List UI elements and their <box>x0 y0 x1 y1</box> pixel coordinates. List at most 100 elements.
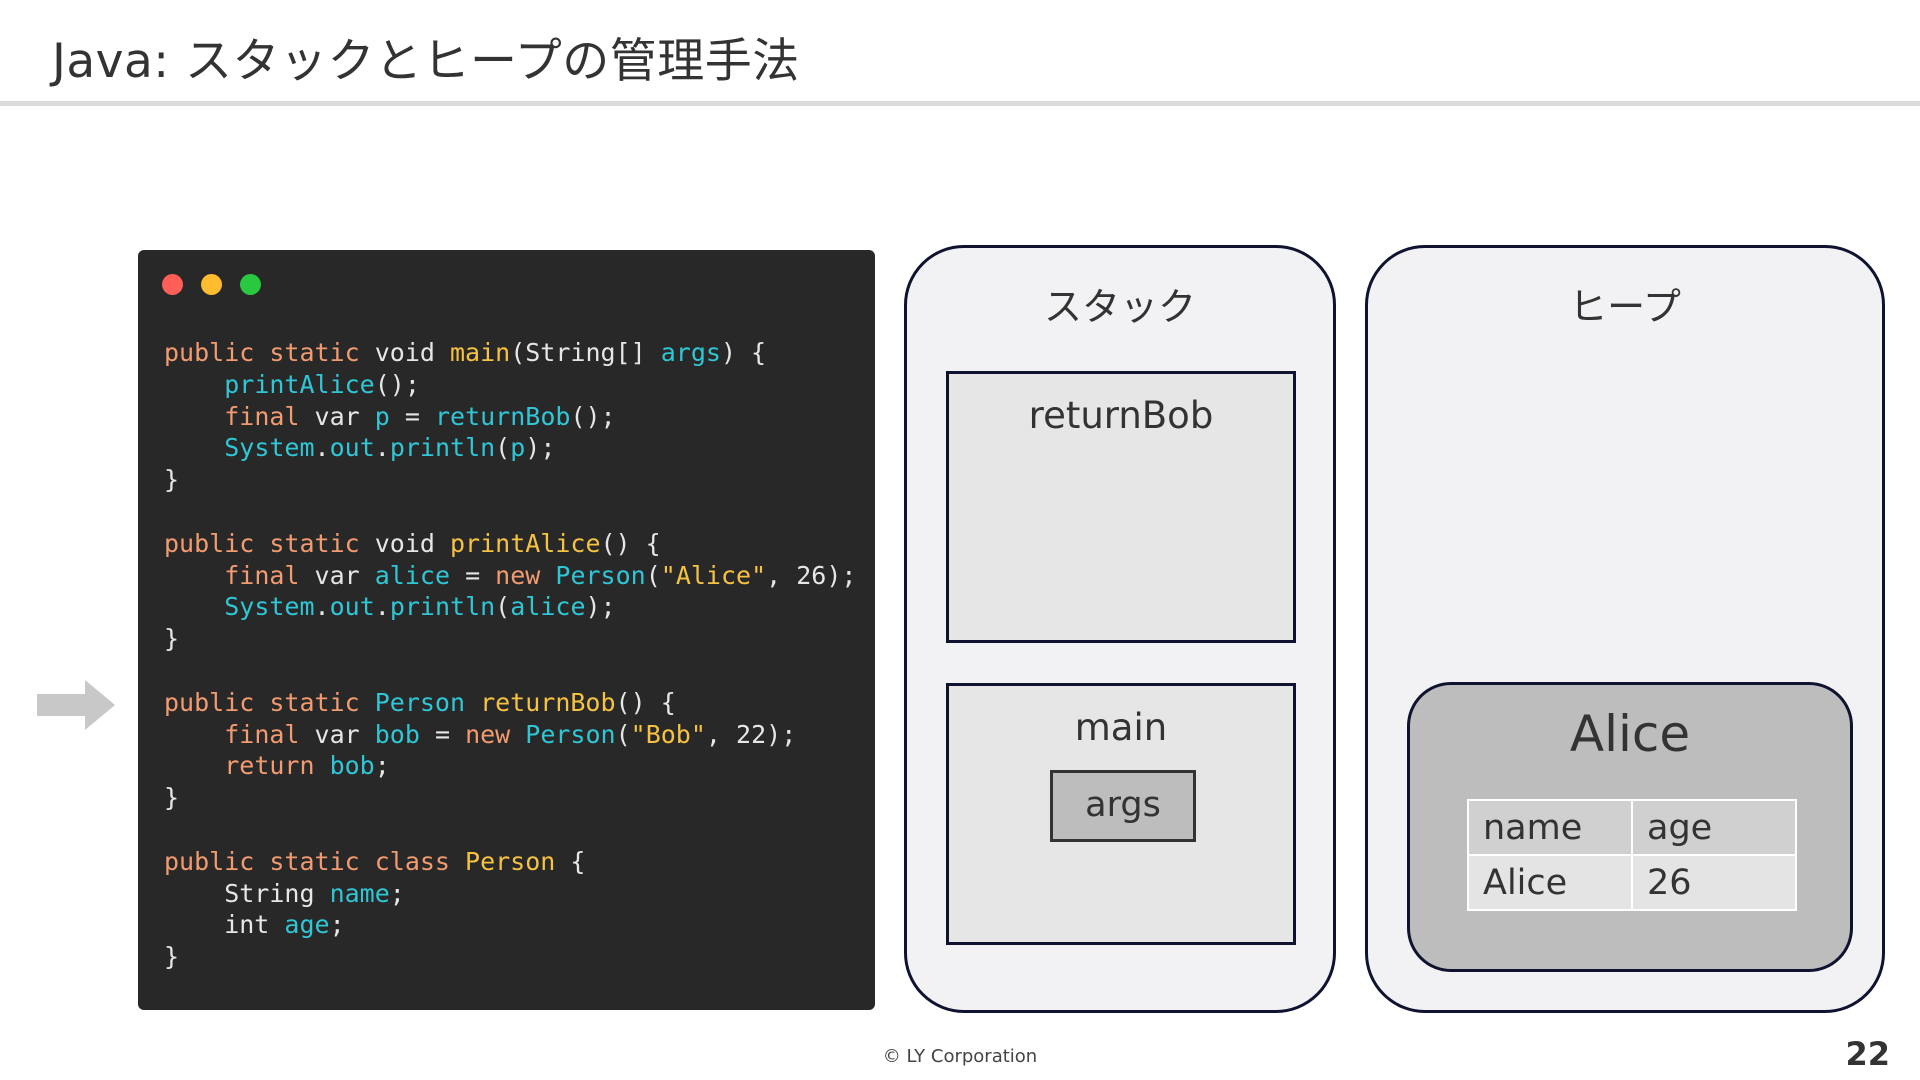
code-token: { <box>555 846 586 876</box>
field-header-name: name <box>1467 799 1633 856</box>
code-token: } <box>164 942 180 972</box>
code-token: public static <box>164 528 375 558</box>
code-token: public static <box>164 687 375 717</box>
stack-title: スタック <box>1043 285 1196 329</box>
code-line: final var alice = new Person("Alice", 26… <box>164 560 856 592</box>
code-token: var <box>314 401 375 431</box>
code-line: int age; <box>164 909 856 941</box>
code-token: p <box>510 433 526 463</box>
code-token: returnBob <box>434 401 571 431</box>
code-token: args <box>660 338 721 367</box>
maximize-dot-icon <box>240 274 262 295</box>
code-token: Person <box>525 719 616 749</box>
code-token: println <box>389 433 496 463</box>
code-line: } <box>164 782 856 814</box>
stack-frame-label: main <box>1074 706 1168 749</box>
code-line: public static void printAlice() { <box>164 528 856 560</box>
fields-header-row: name age <box>1467 799 1797 856</box>
slide-title: Java: スタックとヒープの管理手法 <box>52 34 800 89</box>
code-token: () { <box>600 528 661 558</box>
field-value-name: Alice <box>1467 854 1633 911</box>
field-value-age: 26 <box>1631 854 1797 911</box>
code-token: name <box>329 878 390 908</box>
code-token: void <box>374 528 450 558</box>
object-fields-table: name age Alice 26 <box>1467 799 1797 911</box>
code-token: ; <box>329 910 345 940</box>
code-token: returnBob <box>480 687 616 717</box>
code-line: return bob; <box>164 750 856 782</box>
code-token: void <box>374 338 450 367</box>
code-line: printAlice(); <box>164 369 856 401</box>
code-token: out <box>329 433 375 463</box>
code-line: System.out.println(alice); <box>164 591 856 623</box>
code-token: println <box>389 592 496 622</box>
code-line: } <box>164 464 856 496</box>
code-line: System.out.println(p); <box>164 432 856 464</box>
code-token: public static <box>164 338 375 367</box>
code-token: p <box>374 401 390 431</box>
code-line: public static void main(String[] args) { <box>164 337 856 369</box>
code-token: return <box>224 751 330 781</box>
code-token: bob <box>329 751 375 781</box>
field-header-age: age <box>1631 799 1797 856</box>
page-number: 22 <box>1845 1035 1890 1073</box>
stack-variable-args: args <box>1050 770 1196 842</box>
code-token: final <box>224 560 315 590</box>
code-line: final var bob = new Person("Bob", 22); <box>164 719 856 751</box>
code-token: = <box>450 560 496 590</box>
code-token: ) { <box>720 338 767 367</box>
code-line: final var p = returnBob(); <box>164 401 856 433</box>
code-token: . <box>314 433 330 463</box>
close-dot-icon <box>162 274 183 295</box>
code-line: public static class Person { <box>164 846 856 878</box>
code-token: final <box>224 719 315 749</box>
code-token: new <box>495 560 556 590</box>
code-token: . <box>374 433 390 463</box>
code-token: printAlice <box>224 369 375 399</box>
code-token: ); <box>766 719 797 749</box>
stack-frame-label: returnBob <box>1028 394 1214 437</box>
code-token: Person <box>555 560 646 590</box>
code-line: public static Person returnBob() { <box>164 687 856 719</box>
heap-panel: ヒープ Alice name age Alice 26 <box>1365 245 1885 1013</box>
code-token: (String[] <box>510 338 661 367</box>
fields-value-row: Alice 26 <box>1467 854 1797 911</box>
code-token: () { <box>615 687 676 717</box>
code-line: String name; <box>164 878 856 910</box>
code-token: main <box>449 338 511 367</box>
code-line: } <box>164 623 856 655</box>
code-token: var <box>314 719 375 749</box>
stack-frame-returnbob: returnBob <box>946 371 1296 643</box>
minimize-dot-icon <box>201 274 223 295</box>
code-token: ); <box>525 433 556 463</box>
code-token: } <box>164 783 180 813</box>
stack-frame-main: main args <box>946 683 1296 945</box>
code-token: ); <box>585 592 616 622</box>
code-token: (); <box>374 369 420 399</box>
code-token: out <box>329 592 375 622</box>
code-line: } <box>164 941 856 973</box>
code-token: } <box>164 465 180 495</box>
title-divider <box>0 101 1920 106</box>
code-token: new <box>465 719 526 749</box>
code-token: ( <box>495 433 511 463</box>
code-token: , <box>766 560 797 590</box>
heap-object-alice: Alice name age Alice 26 <box>1407 682 1853 972</box>
code-token: "Alice" <box>660 560 767 590</box>
code-token: = <box>419 719 466 749</box>
code-token: } <box>164 624 180 654</box>
code-token: public static class <box>164 846 466 876</box>
window-controls <box>162 274 274 298</box>
current-line-arrow-icon <box>37 680 115 730</box>
code-token: System <box>224 433 315 463</box>
code-token: bob <box>374 719 420 749</box>
